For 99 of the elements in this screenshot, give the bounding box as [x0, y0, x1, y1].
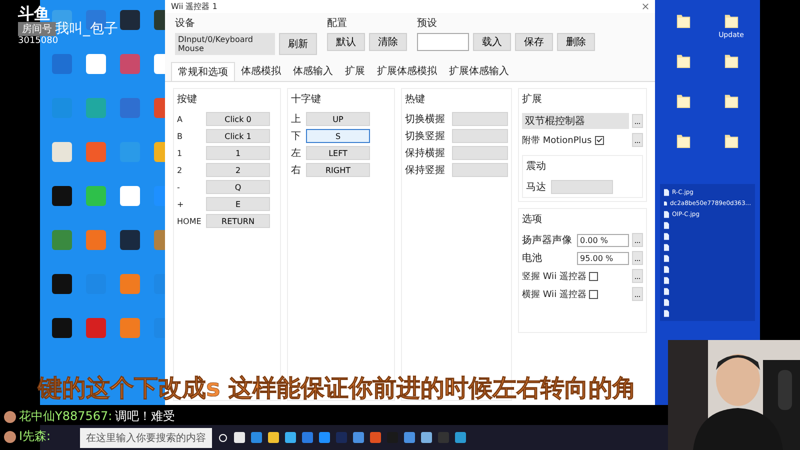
mapping-button[interactable]: Click 0 — [206, 112, 270, 126]
preset-button[interactable]: 载入 — [473, 33, 511, 51]
preset-button[interactable]: 保存 — [515, 33, 553, 51]
config-label: 配置 — [327, 16, 348, 30]
mapping-button[interactable] — [452, 146, 508, 160]
folder-icon[interactable] — [724, 12, 739, 29]
mapping-button[interactable]: S — [306, 129, 370, 143]
folder-icon[interactable] — [676, 52, 692, 69]
mapping-button[interactable]: LEFT — [306, 146, 370, 160]
folder-icon[interactable] — [724, 92, 739, 109]
task-view-icon[interactable] — [218, 432, 228, 442]
option-label: 电池 — [522, 252, 543, 265]
more-button[interactable] — [632, 114, 643, 128]
motor-label: 马达 — [526, 180, 547, 194]
search-field[interactable]: 在这里输入你要搜索的内容 — [80, 428, 212, 448]
preset-field[interactable] — [417, 33, 469, 51]
direction-label: 左 — [291, 147, 302, 160]
preset-label: 预设 — [417, 17, 438, 30]
checkbox[interactable] — [589, 290, 598, 298]
mapping-button[interactable]: 2 — [206, 163, 270, 177]
folder-icon[interactable] — [676, 132, 692, 149]
mapping-button[interactable] — [452, 129, 508, 143]
taskbar-app-icon[interactable] — [302, 432, 313, 443]
hotkey-label: 保持横握 — [405, 146, 446, 160]
chat-user: I先森: — [19, 428, 51, 445]
hotkey-label: 保持竖握 — [405, 164, 446, 177]
room-label: 房间号 — [18, 22, 56, 36]
hotkey-label: 切换竖握 — [405, 130, 446, 143]
taskbar-app-icon[interactable] — [285, 432, 296, 443]
taskbar-app-icon[interactable] — [251, 432, 262, 443]
config-button[interactable]: 默认 — [327, 33, 365, 51]
window-title: Wii 遥控器 1 — [171, 1, 218, 12]
taskbar-app-icon[interactable] — [404, 432, 415, 443]
tab[interactable]: 常规和选项 — [171, 62, 235, 81]
tab[interactable]: 扩展体感模拟 — [371, 62, 443, 81]
close-icon[interactable] — [642, 3, 649, 10]
checkbox[interactable] — [589, 272, 598, 280]
button-label: 2 — [177, 166, 184, 174]
refresh-button[interactable]: 刷新 — [279, 33, 317, 55]
group-title: 按键 — [177, 92, 198, 106]
mapping-button[interactable]: UP — [306, 112, 370, 126]
taskbar-app-icon[interactable] — [455, 432, 466, 443]
group-title: 选项 — [522, 212, 543, 226]
more-button[interactable] — [632, 251, 643, 265]
device-label: 设备 — [175, 17, 196, 30]
checkbox-label: 附带 MotionPlus — [522, 134, 592, 146]
mapping-button[interactable]: RIGHT — [306, 163, 370, 177]
chat-message: 调吧！难受 — [115, 408, 176, 425]
folder-icon[interactable] — [724, 132, 739, 149]
tab[interactable]: 体感模拟 — [235, 62, 287, 81]
button-label: 1 — [177, 148, 184, 158]
direction-label: 右 — [291, 164, 302, 177]
hotkey-label: 切换横握 — [405, 112, 446, 126]
button-label: + — [177, 200, 185, 208]
mapping-button[interactable]: 1 — [206, 146, 270, 160]
preset-button[interactable]: 删除 — [557, 33, 595, 51]
taskbar-app-icon[interactable] — [319, 432, 330, 443]
direction-label: 上 — [291, 112, 302, 126]
config-button[interactable]: 清除 — [369, 33, 407, 51]
device-dropdown[interactable]: DInput/0/Keyboard Mouse — [175, 33, 275, 55]
button-label: B — [177, 132, 184, 140]
more-button[interactable] — [632, 269, 643, 283]
mapping-button[interactable] — [551, 180, 613, 194]
group-title: 震动 — [526, 160, 547, 173]
checkbox-label: 竖握 Wii 遥控器 — [522, 270, 586, 282]
spin-field[interactable]: 0.00 % — [577, 234, 629, 246]
button-label: A — [177, 114, 184, 124]
tab[interactable]: 体感输入 — [287, 62, 339, 81]
button-label: - — [177, 182, 181, 192]
taskbar-app-icon[interactable] — [421, 432, 432, 443]
mapping-button[interactable]: Q — [206, 180, 270, 194]
folder-icon[interactable] — [676, 12, 692, 29]
mapping-button[interactable] — [452, 163, 508, 177]
checkbox-label: 横握 Wii 遥控器 — [522, 288, 586, 300]
folder-icon[interactable] — [724, 52, 739, 69]
extension-dropdown[interactable]: 双节棍控制器 — [522, 113, 629, 129]
taskbar-app-icon[interactable] — [268, 432, 279, 443]
folder-icon[interactable] — [676, 92, 692, 109]
option-label: 扬声器声像 — [522, 234, 573, 247]
mapping-button[interactable]: E — [206, 197, 270, 211]
more-button[interactable] — [632, 133, 643, 147]
taskbar-app-icon[interactable] — [234, 432, 245, 443]
mapping-button[interactable] — [452, 112, 508, 126]
chat-user: 花中仙Y887567: — [19, 408, 112, 425]
more-button[interactable] — [632, 287, 643, 301]
mapping-button[interactable]: RETURN — [206, 214, 270, 228]
spin-field[interactable]: 95.00 % — [577, 252, 629, 264]
taskbar-app-icon[interactable] — [370, 432, 381, 443]
direction-label: 下 — [291, 130, 302, 143]
tab[interactable]: 扩展 — [339, 62, 371, 81]
taskbar-app-icon[interactable] — [353, 432, 364, 443]
tab[interactable]: 扩展体感输入 — [443, 62, 515, 81]
group-title: 热键 — [405, 92, 426, 106]
group-title: 十字键 — [291, 92, 322, 106]
mapping-button[interactable]: Click 1 — [206, 129, 270, 143]
checkbox[interactable] — [594, 136, 604, 144]
more-button[interactable] — [632, 233, 643, 247]
group-title: 扩展 — [522, 92, 543, 106]
button-label: HOME — [177, 216, 202, 226]
